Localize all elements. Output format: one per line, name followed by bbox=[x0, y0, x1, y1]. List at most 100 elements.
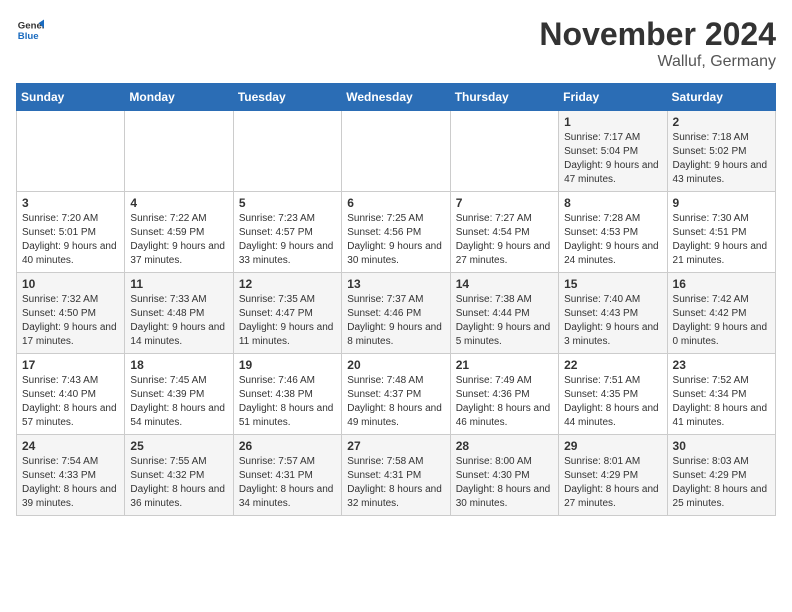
day-info: Sunrise: 7:42 AMSunset: 4:42 PMDaylight:… bbox=[673, 293, 770, 349]
day-number: 26 bbox=[239, 439, 336, 453]
calendar-day-cell: 9 Sunrise: 7:30 AMSunset: 4:51 PMDaylight… bbox=[667, 192, 775, 273]
calendar-day-cell: 10 Sunrise: 7:32 AMSunset: 4:50 PMDayligh… bbox=[17, 273, 125, 354]
calendar-day-cell: 18Sunrise: 7:45 AMSunset: 4:39 PMDayligh… bbox=[125, 354, 233, 435]
day-info: Sunrise: 7:25 AMSunset: 4:56 PMDaylight:… bbox=[347, 212, 444, 268]
day-info: Sunrise: 7:35 AMSunset: 4:47 PMDaylight:… bbox=[239, 293, 336, 349]
calendar-day-cell: 2 Sunrise: 7:18 AMSunset: 5:02 PMDaylight… bbox=[667, 111, 775, 192]
day-number: 14 bbox=[456, 277, 553, 291]
empty-cell bbox=[450, 111, 558, 192]
weekday-header-row: SundayMondayTuesdayWednesdayThursdayFrid… bbox=[17, 84, 776, 111]
day-number: 18 bbox=[130, 358, 227, 372]
day-number: 9 bbox=[673, 196, 770, 210]
day-number: 4 bbox=[130, 196, 227, 210]
calendar-week-row: 1Sunrise: 7:17 AMSunset: 5:04 PMDaylight… bbox=[17, 111, 776, 192]
calendar-day-cell: 25Sunrise: 7:55 AMSunset: 4:32 PMDayligh… bbox=[125, 435, 233, 516]
day-number: 7 bbox=[456, 196, 553, 210]
calendar-day-cell: 7 Sunrise: 7:27 AMSunset: 4:54 PMDaylight… bbox=[450, 192, 558, 273]
day-number: 15 bbox=[564, 277, 661, 291]
calendar-day-cell: 6 Sunrise: 7:25 AMSunset: 4:56 PMDaylight… bbox=[342, 192, 450, 273]
title-block: November 2024 Walluf, Germany bbox=[539, 16, 776, 71]
logo-icon: General Blue bbox=[16, 16, 44, 44]
day-info: Sunrise: 7:57 AMSunset: 4:31 PMDaylight:… bbox=[239, 455, 336, 511]
day-info: Sunrise: 7:37 AMSunset: 4:46 PMDaylight:… bbox=[347, 293, 444, 349]
day-number: 28 bbox=[456, 439, 553, 453]
day-number: 17 bbox=[22, 358, 119, 372]
calendar-day-cell: 3 Sunrise: 7:20 AMSunset: 5:01 PMDaylight… bbox=[17, 192, 125, 273]
day-number: 21 bbox=[456, 358, 553, 372]
day-number: 13 bbox=[347, 277, 444, 291]
day-info: Sunrise: 8:01 AMSunset: 4:29 PMDaylight:… bbox=[564, 455, 661, 511]
day-info: Sunrise: 7:58 AMSunset: 4:31 PMDaylight:… bbox=[347, 455, 444, 511]
calendar-week-row: 17Sunrise: 7:43 AMSunset: 4:40 PMDayligh… bbox=[17, 354, 776, 435]
calendar-day-cell: 16Sunrise: 7:42 AMSunset: 4:42 PMDayligh… bbox=[667, 273, 775, 354]
location-subtitle: Walluf, Germany bbox=[539, 53, 776, 71]
day-number: 22 bbox=[564, 358, 661, 372]
empty-cell bbox=[125, 111, 233, 192]
day-number: 24 bbox=[22, 439, 119, 453]
calendar-day-cell: 14 Sunrise: 7:38 AMSunset: 4:44 PMDayligh… bbox=[450, 273, 558, 354]
calendar-day-cell: 29 Sunrise: 8:01 AMSunset: 4:29 PMDayligh… bbox=[559, 435, 667, 516]
calendar-day-cell: 21Sunrise: 7:49 AMSunset: 4:36 PMDayligh… bbox=[450, 354, 558, 435]
day-info: Sunrise: 7:33 AMSunset: 4:48 PMDaylight:… bbox=[130, 293, 227, 349]
calendar-day-cell: 19 Sunrise: 7:46 AMSunset: 4:38 PMDayligh… bbox=[233, 354, 341, 435]
day-info: Sunrise: 7:27 AMSunset: 4:54 PMDaylight:… bbox=[456, 212, 553, 268]
weekday-header-saturday: Saturday bbox=[667, 84, 775, 111]
calendar-table: SundayMondayTuesdayWednesdayThursdayFrid… bbox=[16, 83, 776, 516]
day-number: 10 bbox=[22, 277, 119, 291]
calendar-day-cell: 27 Sunrise: 7:58 AMSunset: 4:31 PMDayligh… bbox=[342, 435, 450, 516]
empty-cell bbox=[233, 111, 341, 192]
day-info: Sunrise: 7:30 AMSunset: 4:51 PMDaylight:… bbox=[673, 212, 770, 268]
day-info: Sunrise: 7:52 AMSunset: 4:34 PMDaylight:… bbox=[673, 374, 770, 430]
day-number: 6 bbox=[347, 196, 444, 210]
day-number: 1 bbox=[564, 115, 661, 129]
page-title: November 2024 bbox=[539, 16, 776, 53]
day-number: 2 bbox=[673, 115, 770, 129]
day-info: Sunrise: 7:51 AMSunset: 4:35 PMDaylight:… bbox=[564, 374, 661, 430]
day-number: 11 bbox=[130, 277, 227, 291]
weekday-header-sunday: Sunday bbox=[17, 84, 125, 111]
day-number: 25 bbox=[130, 439, 227, 453]
calendar-day-cell: 13 Sunrise: 7:37 AMSunset: 4:46 PMDayligh… bbox=[342, 273, 450, 354]
day-info: Sunrise: 8:03 AMSunset: 4:29 PMDaylight:… bbox=[673, 455, 770, 511]
weekday-header-thursday: Thursday bbox=[450, 84, 558, 111]
calendar-day-cell: 30 Sunrise: 8:03 AMSunset: 4:29 PMDayligh… bbox=[667, 435, 775, 516]
day-info: Sunrise: 8:00 AMSunset: 4:30 PMDaylight:… bbox=[456, 455, 553, 511]
day-info: Sunrise: 7:22 AMSunset: 4:59 PMDaylight:… bbox=[130, 212, 227, 268]
calendar-day-cell: 4 Sunrise: 7:22 AMSunset: 4:59 PMDaylight… bbox=[125, 192, 233, 273]
day-number: 20 bbox=[347, 358, 444, 372]
weekday-header-friday: Friday bbox=[559, 84, 667, 111]
day-number: 19 bbox=[239, 358, 336, 372]
weekday-header-monday: Monday bbox=[125, 84, 233, 111]
calendar-day-cell: 24Sunrise: 7:54 AMSunset: 4:33 PMDayligh… bbox=[17, 435, 125, 516]
day-number: 29 bbox=[564, 439, 661, 453]
calendar-day-cell: 23Sunrise: 7:52 AMSunset: 4:34 PMDayligh… bbox=[667, 354, 775, 435]
calendar-day-cell: 22 Sunrise: 7:51 AMSunset: 4:35 PMDayligh… bbox=[559, 354, 667, 435]
day-number: 27 bbox=[347, 439, 444, 453]
svg-text:Blue: Blue bbox=[18, 31, 39, 42]
day-number: 5 bbox=[239, 196, 336, 210]
calendar-day-cell: 20 Sunrise: 7:48 AMSunset: 4:37 PMDayligh… bbox=[342, 354, 450, 435]
calendar-day-cell: 12 Sunrise: 7:35 AMSunset: 4:47 PMDayligh… bbox=[233, 273, 341, 354]
day-info: Sunrise: 7:20 AMSunset: 5:01 PMDaylight:… bbox=[22, 212, 119, 268]
calendar-day-cell: 5 Sunrise: 7:23 AMSunset: 4:57 PMDaylight… bbox=[233, 192, 341, 273]
weekday-header-tuesday: Tuesday bbox=[233, 84, 341, 111]
calendar-day-cell: 1Sunrise: 7:17 AMSunset: 5:04 PMDaylight… bbox=[559, 111, 667, 192]
day-info: Sunrise: 7:18 AMSunset: 5:02 PMDaylight:… bbox=[673, 131, 770, 187]
day-info: Sunrise: 7:23 AMSunset: 4:57 PMDaylight:… bbox=[239, 212, 336, 268]
day-number: 12 bbox=[239, 277, 336, 291]
calendar-week-row: 24Sunrise: 7:54 AMSunset: 4:33 PMDayligh… bbox=[17, 435, 776, 516]
day-number: 3 bbox=[22, 196, 119, 210]
svg-text:General: General bbox=[18, 20, 44, 31]
day-info: Sunrise: 7:46 AMSunset: 4:38 PMDaylight:… bbox=[239, 374, 336, 430]
weekday-header-wednesday: Wednesday bbox=[342, 84, 450, 111]
empty-cell bbox=[17, 111, 125, 192]
day-number: 30 bbox=[673, 439, 770, 453]
empty-cell bbox=[342, 111, 450, 192]
day-info: Sunrise: 7:38 AMSunset: 4:44 PMDaylight:… bbox=[456, 293, 553, 349]
day-info: Sunrise: 7:32 AMSunset: 4:50 PMDaylight:… bbox=[22, 293, 119, 349]
day-info: Sunrise: 7:48 AMSunset: 4:37 PMDaylight:… bbox=[347, 374, 444, 430]
calendar-day-cell: 11 Sunrise: 7:33 AMSunset: 4:48 PMDayligh… bbox=[125, 273, 233, 354]
logo: General Blue bbox=[16, 16, 44, 44]
day-number: 8 bbox=[564, 196, 661, 210]
day-info: Sunrise: 7:28 AMSunset: 4:53 PMDaylight:… bbox=[564, 212, 661, 268]
